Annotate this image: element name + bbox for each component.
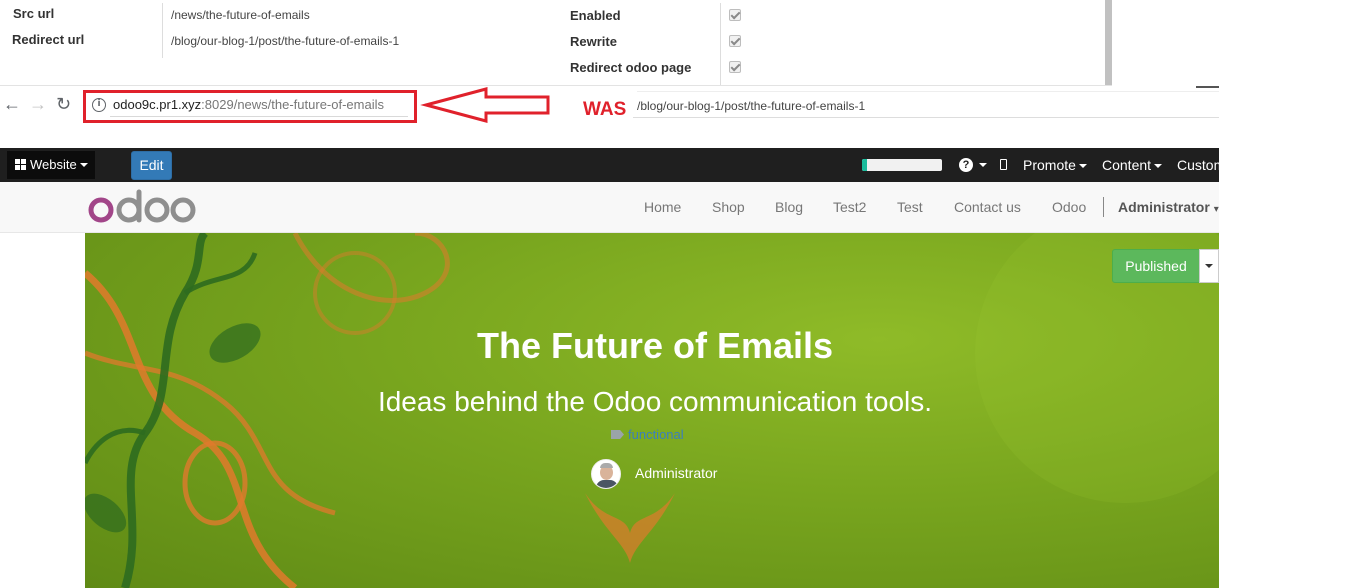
website-menu-button[interactable]: Website	[7, 151, 95, 179]
content-menu[interactable]: Content	[1102, 157, 1163, 173]
caret-down-icon: ▾	[1213, 204, 1219, 215]
mobile-preview-icon[interactable]	[1000, 159, 1007, 170]
redirect-url-field[interactable]: /blog/our-blog-1/post/the-future-of-emai…	[171, 34, 399, 48]
caret-down-icon	[79, 163, 88, 167]
post-subtitle: Ideas behind the Odoo communication tool…	[377, 386, 933, 417]
nav-item-contact-us[interactable]: Contact us	[954, 199, 1021, 215]
nav-item-home[interactable]: Home	[644, 199, 681, 215]
url-path: :8029/news/the-future-of-emails	[201, 97, 384, 112]
caret-down-icon	[1078, 164, 1087, 168]
avatar-hair	[600, 463, 613, 468]
promote-label: Promote	[1023, 157, 1076, 173]
nav-item-odoo[interactable]: Odoo	[1052, 199, 1086, 215]
customize-menu[interactable]: Custom	[1177, 157, 1219, 173]
user-menu-label: Administrator	[1118, 199, 1210, 215]
redirect-url-label: Redirect url	[12, 32, 85, 47]
caret-down-icon	[1154, 164, 1163, 168]
post-title: The Future of Emails	[476, 325, 834, 366]
url-host: odoo9c.pr1.xyz	[113, 97, 202, 112]
post-author: Administrator	[635, 465, 718, 481]
published-dropdown-toggle[interactable]	[1199, 249, 1219, 283]
was-underline	[633, 117, 905, 118]
content-label: Content	[1102, 157, 1152, 173]
was-label: WAS	[583, 99, 627, 120]
avatar-suit	[596, 480, 618, 488]
form-divider	[720, 3, 721, 85]
src-url-label: Src url	[13, 6, 55, 21]
form-bottom-border	[0, 85, 1112, 86]
arrow-right-icon[interactable]: →	[29, 94, 47, 114]
annotation-arrow-icon	[420, 87, 550, 123]
grid-icon	[15, 159, 26, 170]
nav-item-blog[interactable]: Blog	[775, 199, 803, 215]
enabled-checkbox[interactable]	[729, 9, 741, 21]
help-icon[interactable]: ?	[959, 158, 973, 172]
redirect-form: Src url /news/the-future-of-emails Redir…	[0, 0, 1112, 88]
edit-button[interactable]: Edit	[131, 151, 172, 180]
website-label: Website	[30, 157, 77, 172]
reload-icon[interactable]: ↻	[56, 94, 71, 114]
info-icon[interactable]: i	[92, 98, 106, 112]
promote-menu[interactable]: Promote	[1023, 157, 1087, 173]
nav-divider	[1103, 197, 1104, 217]
pane-edge	[1196, 86, 1219, 88]
pane-line	[905, 117, 1219, 118]
address-url[interactable]: odoo9c.pr1.xyz:8029/news/the-future-of-e…	[113, 97, 384, 112]
progress-fill	[862, 159, 867, 171]
nav-item-test2[interactable]: Test2	[833, 199, 866, 215]
was-url: /blog/our-blog-1/post/the-future-of-emai…	[637, 99, 866, 113]
rewrite-checkbox[interactable]	[729, 35, 741, 47]
form-divider	[162, 3, 163, 58]
rewrite-label: Rewrite	[570, 34, 617, 49]
arrow-left-icon[interactable]: ←	[3, 94, 21, 114]
avatar	[591, 459, 621, 489]
nav-item-test[interactable]: Test	[897, 199, 923, 215]
redirect-odoo-page-label: Redirect odoo page	[570, 60, 692, 75]
form-scrollbar[interactable]	[1105, 0, 1112, 86]
published-button[interactable]: Published	[1112, 249, 1200, 283]
tag-icon	[611, 430, 624, 439]
enabled-label: Enabled	[570, 8, 621, 23]
src-url-field[interactable]: /news/the-future-of-emails	[171, 8, 310, 22]
nav-item-shop[interactable]: Shop	[712, 199, 745, 215]
address-bar[interactable]: i odoo9c.pr1.xyz:8029/news/the-future-of…	[83, 90, 417, 123]
pane-line	[637, 91, 1219, 92]
post-tag[interactable]: functional	[611, 427, 684, 442]
progress-bar	[862, 159, 942, 171]
redirect-odoo-page-checkbox[interactable]	[729, 61, 741, 73]
caret-down-icon[interactable]	[979, 163, 987, 167]
address-underline	[110, 116, 408, 117]
odoo-logo[interactable]	[88, 188, 198, 228]
user-menu[interactable]: Administrator ▾	[1118, 199, 1219, 215]
post-tag-label: functional	[628, 427, 684, 442]
